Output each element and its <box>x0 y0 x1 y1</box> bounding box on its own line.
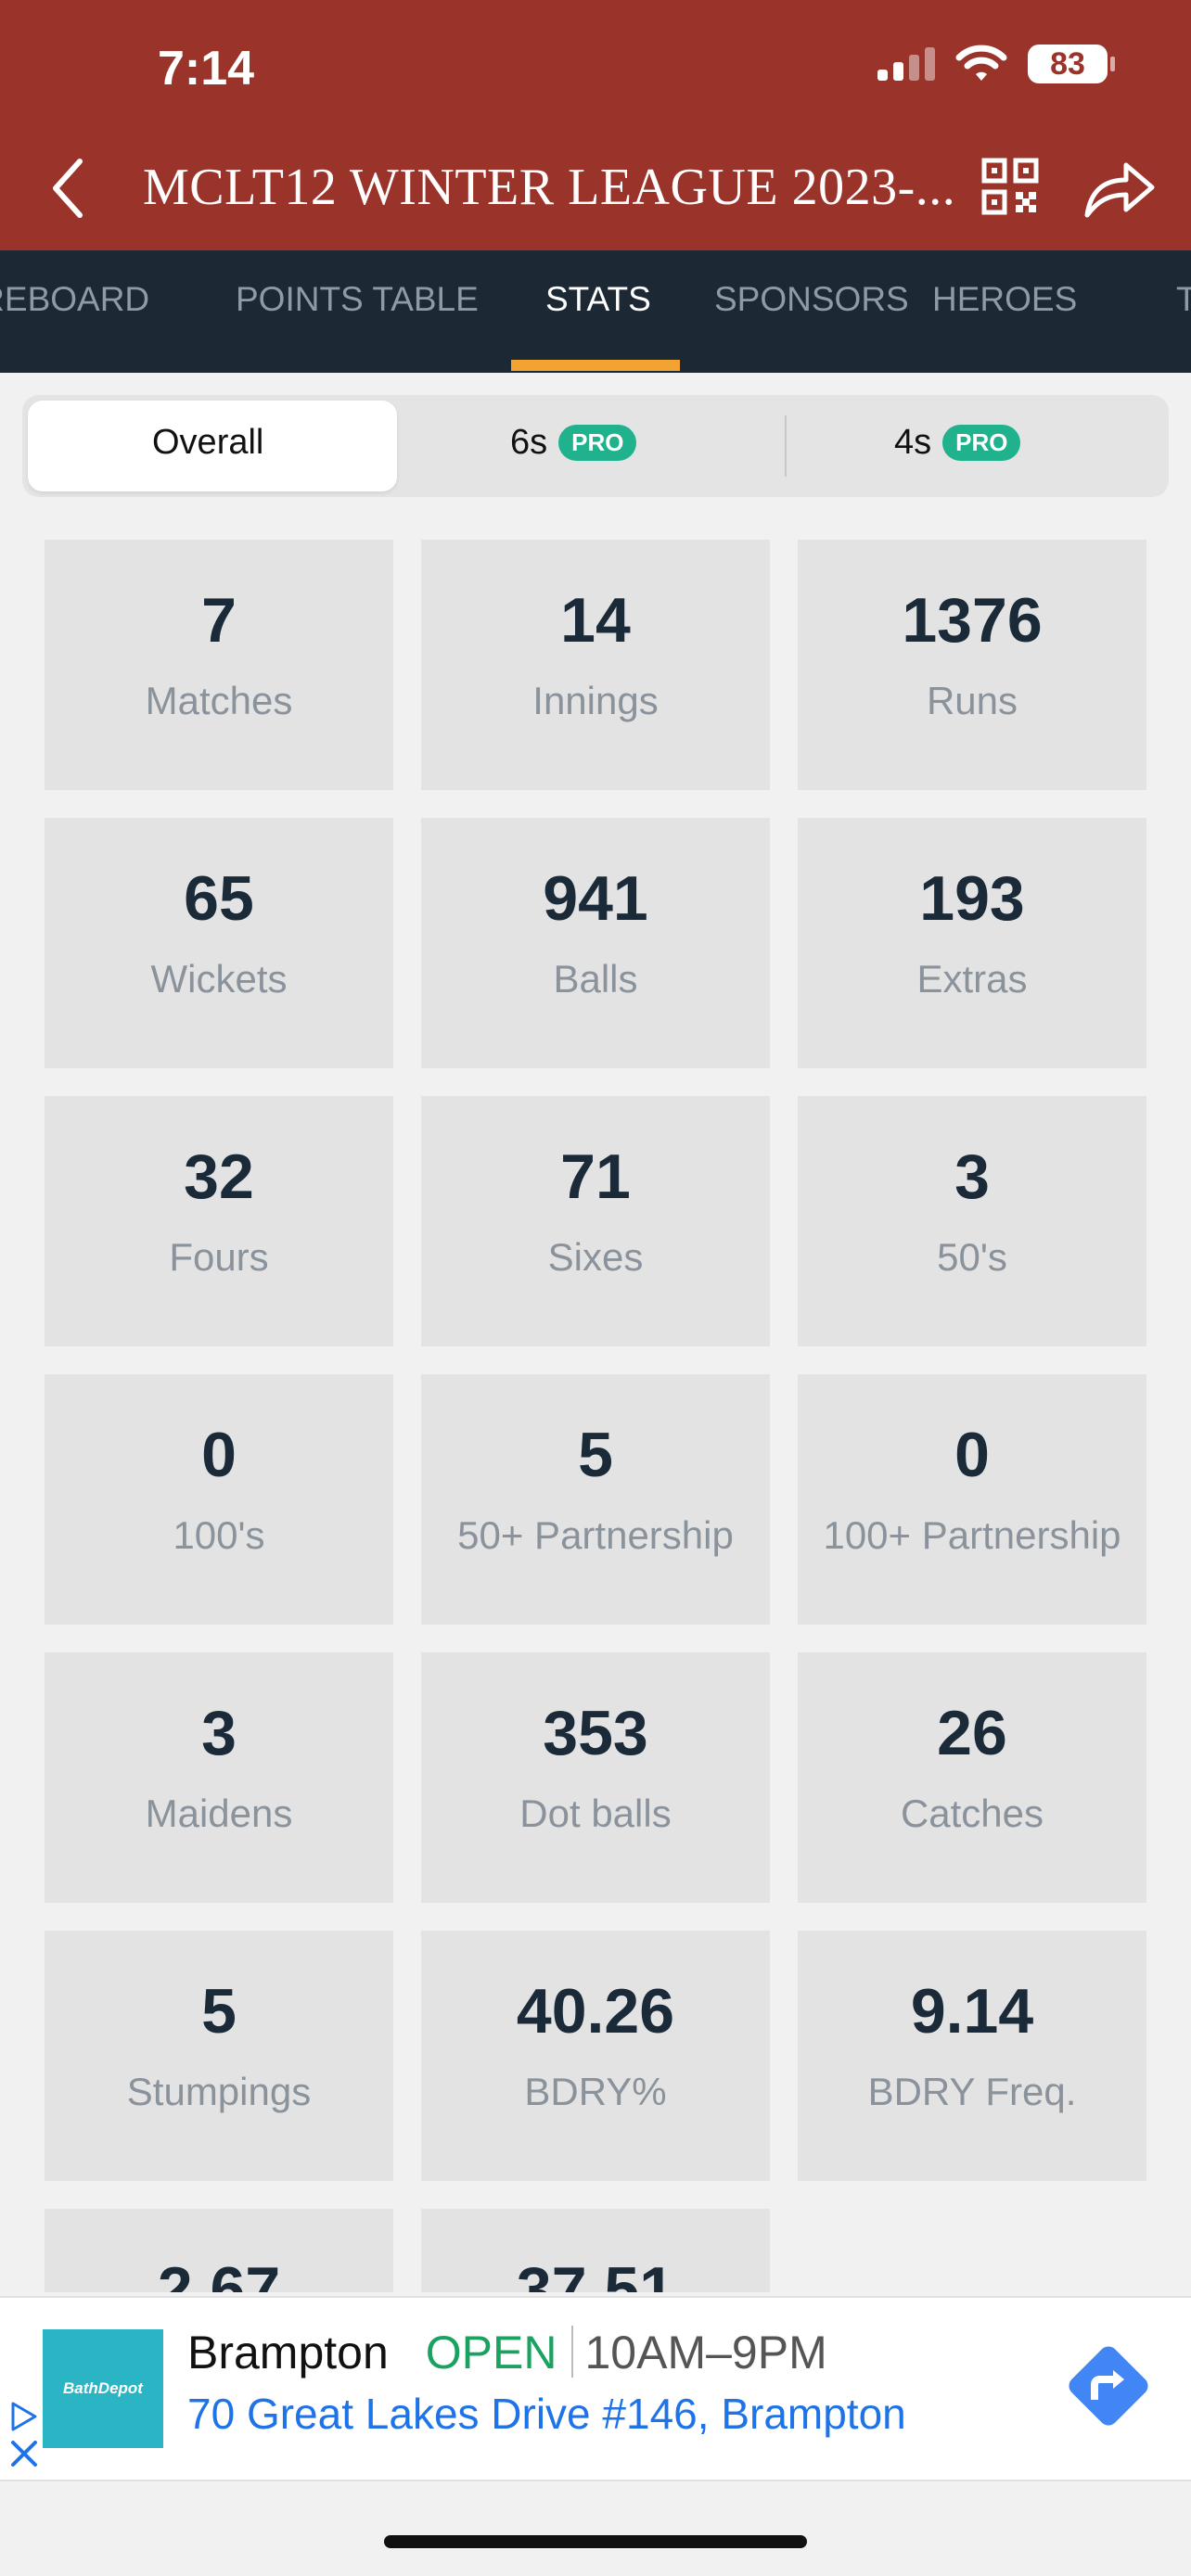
tab-stats[interactable]: STATS <box>545 280 651 319</box>
stat-card-hundreds: 0 100's <box>45 1374 393 1625</box>
wifi-icon <box>955 45 1007 81</box>
home-indicator <box>384 2535 807 2548</box>
tab-teams[interactable]: TEAMS <box>1176 280 1191 319</box>
stat-value: 3 <box>954 1141 990 1212</box>
ad-address[interactable]: 70 Great Lakes Drive #146, Brampton <box>187 2389 906 2439</box>
segment-6s[interactable]: 6s PRO <box>510 423 637 463</box>
status-icons: 83 <box>877 45 1115 83</box>
stat-value: 941 <box>543 863 648 934</box>
tab-scoreboard[interactable]: SCOREBOARD <box>0 280 149 319</box>
stat-card-maidens: 3 Maidens <box>45 1652 393 1903</box>
ad-hours: 10AM–9PM <box>584 2327 827 2378</box>
stat-label: Catches <box>900 1792 1044 1835</box>
stat-label: Sixes <box>547 1235 644 1279</box>
stat-value: 7 <box>201 585 237 656</box>
stat-value: 0 <box>954 1420 990 1490</box>
stat-label: 100+ Partnership <box>823 1513 1121 1557</box>
stat-card-fours: 32 Fours <box>45 1096 393 1346</box>
back-arrow-icon[interactable] <box>43 156 95 221</box>
stat-label: BDRY Freq. <box>867 2070 1077 2113</box>
cellular-signal-icon <box>877 47 935 81</box>
tab-heroes[interactable]: HEROES <box>932 280 1077 319</box>
page-title: MCLT12 WINTER LEAGUE 2023-... <box>143 159 956 216</box>
directions-icon[interactable] <box>1057 2335 1159 2437</box>
stat-value: 9.14 <box>910 1976 1034 2047</box>
stat-card-100-partnership: 0 100+ Partnership <box>798 1374 1146 1625</box>
stat-value: 26 <box>937 1698 1007 1768</box>
stat-card-runs: 1376 Runs <box>798 540 1146 790</box>
stat-card: 37.51 <box>421 2209 770 2292</box>
stat-card-50-partnership: 5 50+ Partnership <box>421 1374 770 1625</box>
ad-banner[interactable]: BathDepot Brampton OPEN 10AM–9PM 70 Great … <box>0 2296 1191 2481</box>
stat-label: Fours <box>169 1235 269 1279</box>
stat-label: BDRY% <box>524 2070 667 2113</box>
stat-card: 2.67 <box>45 2209 393 2292</box>
stats-segmented-control: Overall 6s PRO 4s PRO <box>22 395 1169 497</box>
stat-value: 37.51 <box>516 2254 675 2292</box>
stat-value: 1376 <box>902 585 1043 656</box>
stat-card-matches: 7 Matches <box>45 540 393 790</box>
stat-label: Maidens <box>145 1792 293 1835</box>
battery-icon: 83 <box>1028 45 1115 83</box>
stat-value: 5 <box>201 1976 237 2047</box>
stat-value: 71 <box>560 1141 631 1212</box>
tab-sponsors[interactable]: SPONSORS <box>714 280 909 319</box>
stat-card-wickets: 65 Wickets <box>45 818 393 1068</box>
pro-badge: PRO <box>942 425 1021 461</box>
tab-bar: SCOREBOARD POINTS TABLE STATS SPONSORS H… <box>0 250 1191 373</box>
segment-overall-label[interactable]: Overall <box>152 423 263 463</box>
stat-card-sixes: 71 Sixes <box>421 1096 770 1346</box>
segment-4s-label: 4s <box>894 423 932 462</box>
stat-label: Balls <box>553 957 638 1001</box>
stat-value: 3 <box>201 1698 237 1768</box>
stat-card-innings: 14 Innings <box>421 540 770 790</box>
stat-value: 65 <box>184 863 254 934</box>
status-time: 7:14 <box>158 42 255 96</box>
stat-card-boundary-frequency: 9.14 BDRY Freq. <box>798 1931 1146 2181</box>
stat-value: 32 <box>184 1141 254 1212</box>
ad-headline[interactable]: Brampton OPEN 10AM–9PM <box>187 2326 827 2379</box>
tab-points-table[interactable]: POINTS TABLE <box>236 280 479 319</box>
segment-4s[interactable]: 4s PRO <box>894 423 1021 463</box>
segment-divider <box>785 415 787 477</box>
pro-badge: PRO <box>558 425 637 461</box>
stat-card-fifties: 3 50's <box>798 1096 1146 1346</box>
stat-label: 100's <box>173 1513 265 1557</box>
ad-choices-icon[interactable] <box>7 2396 43 2470</box>
stat-label: Extras <box>916 957 1028 1001</box>
stat-label: Innings <box>532 679 659 722</box>
stat-card-stumpings: 5 Stumpings <box>45 1931 393 2181</box>
ad-separator <box>571 2326 574 2378</box>
app-header: 7:14 83 MCLT12 WINTER LEAGUE 2023-... <box>0 0 1191 250</box>
stat-card-dot-balls: 353 Dot balls <box>421 1652 770 1903</box>
stat-value: 193 <box>919 863 1025 934</box>
stat-value: 5 <box>578 1420 613 1490</box>
stat-card-balls: 941 Balls <box>421 818 770 1068</box>
stat-label: Runs <box>926 679 1018 722</box>
ad-logo[interactable]: BathDepot <box>43 2329 163 2448</box>
ad-open-status: OPEN <box>425 2327 557 2378</box>
stat-label: Stumpings <box>126 2070 312 2113</box>
stats-grid: 7 Matches 14 Innings 1376 Runs 65 Wickets 94… <box>45 540 1146 2292</box>
stat-label: Dot balls <box>519 1792 672 1835</box>
stat-label: 50+ Partnership <box>457 1513 734 1557</box>
ad-store-name: Brampton <box>187 2327 389 2378</box>
stat-value: 2.67 <box>157 2254 281 2292</box>
stat-label: Wickets <box>150 957 288 1001</box>
qr-code-icon[interactable] <box>981 158 1039 215</box>
stat-value: 0 <box>201 1420 237 1490</box>
stat-card-catches: 26 Catches <box>798 1652 1146 1903</box>
segment-6s-label: 6s <box>510 423 548 462</box>
stat-value: 353 <box>543 1698 648 1768</box>
stat-card-boundary-percent: 40.26 BDRY% <box>421 1931 770 2181</box>
stat-value: 40.26 <box>516 1976 675 2047</box>
active-tab-indicator <box>511 360 680 371</box>
stat-card-extras: 193 Extras <box>798 818 1146 1068</box>
stat-value: 14 <box>560 585 631 656</box>
stat-label: Matches <box>145 679 293 722</box>
share-arrow-icon[interactable] <box>1083 158 1156 219</box>
stat-label: 50's <box>937 1235 1007 1279</box>
